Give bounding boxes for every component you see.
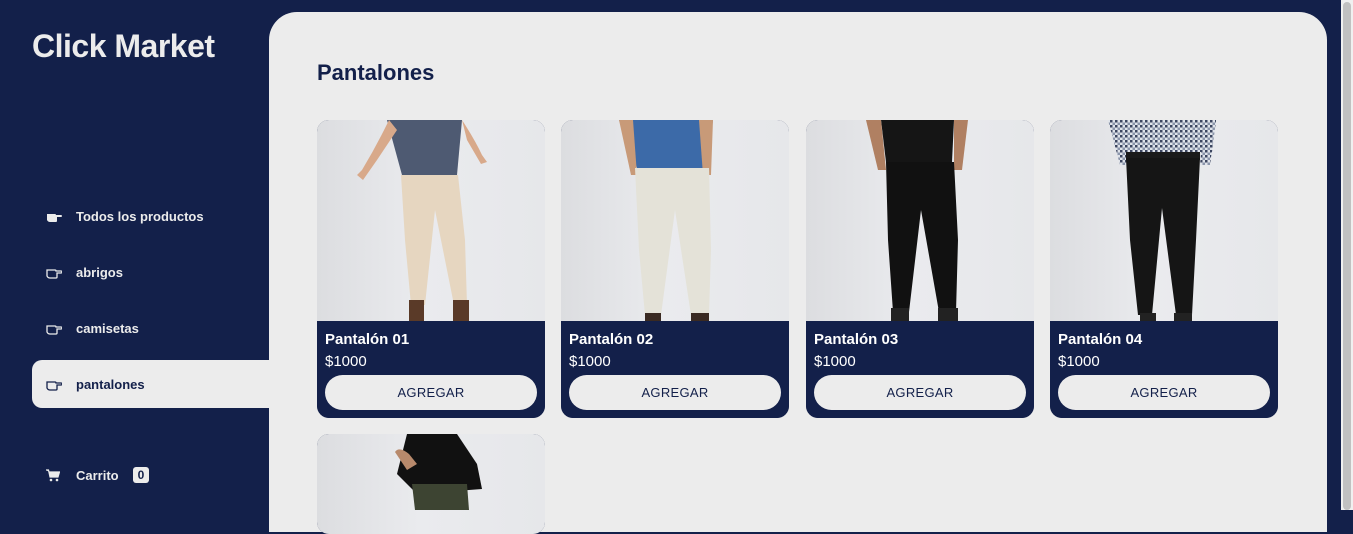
cart-button[interactable]: Carrito 0: [32, 451, 269, 499]
product-price: $1000: [325, 353, 367, 370]
product-name: Pantalón 04: [1058, 331, 1143, 348]
product-card: Pantalón 04 $1000 AGREGAR: [1050, 120, 1278, 418]
app-logo[interactable]: Click Market: [32, 28, 215, 65]
page-scrollbar[interactable]: [1341, 0, 1353, 510]
product-card: Pantalón 02 $1000 AGREGAR: [561, 120, 789, 418]
hand-pointing-outline-icon: [46, 265, 76, 279]
product-price: $1000: [1058, 353, 1100, 370]
product-card: Pantalón 03 $1000 AGREGAR: [806, 120, 1034, 418]
sidebar-item-camisetas[interactable]: camisetas: [32, 304, 269, 352]
sidebar-item-label: camisetas: [76, 320, 139, 336]
product-info: Pantalón 02 $1000 AGREGAR: [561, 321, 789, 418]
sidebar-item-abrigos[interactable]: abrigos: [32, 248, 269, 296]
product-image[interactable]: [806, 120, 1034, 321]
add-to-cart-button[interactable]: AGREGAR: [325, 375, 537, 410]
page-title: Pantalones: [317, 60, 435, 85]
hand-pointing-outline-icon: [46, 321, 76, 335]
product-image[interactable]: [317, 434, 545, 534]
cart-icon: [46, 468, 76, 482]
add-to-cart-button[interactable]: AGREGAR: [569, 375, 781, 410]
sidebar-item-label: pantalones: [76, 376, 145, 392]
product-image[interactable]: [317, 120, 545, 321]
cart-count-badge: 0: [132, 467, 150, 483]
product-image[interactable]: [561, 120, 789, 321]
hand-pointing-outline-icon: [46, 377, 76, 391]
product-info: Pantalón 01 $1000 AGREGAR: [317, 321, 545, 418]
add-to-cart-button[interactable]: AGREGAR: [814, 375, 1026, 410]
product-info: Pantalón 04 $1000 AGREGAR: [1050, 321, 1278, 418]
sidebar: Click Market Todos los productos abrigos…: [0, 0, 269, 510]
sidebar-item-pantalones[interactable]: pantalones: [32, 360, 269, 408]
add-to-cart-button[interactable]: AGREGAR: [1058, 375, 1270, 410]
sidebar-item-label: abrigos: [76, 264, 123, 280]
product-card: [317, 434, 545, 534]
product-info: Pantalón 03 $1000 AGREGAR: [806, 321, 1034, 418]
sidebar-item-todos-los-productos[interactable]: Todos los productos: [32, 192, 269, 240]
hand-pointing-filled-icon: [46, 209, 76, 223]
sidebar-item-label: Todos los productos: [76, 208, 204, 224]
product-name: Pantalón 02: [569, 331, 654, 348]
product-card: Pantalón 01 $1000 AGREGAR: [317, 120, 545, 418]
cart-label: Carrito: [76, 467, 119, 483]
main-content: Pantalones Pantalón 01 $1000 AGREGAR Pan…: [269, 12, 1327, 534]
product-price: $1000: [814, 353, 856, 370]
product-name: Pantalón 03: [814, 331, 899, 348]
scrollbar-thumb[interactable]: [1343, 2, 1351, 510]
product-image[interactable]: [1050, 120, 1278, 321]
product-price: $1000: [569, 353, 611, 370]
product-name: Pantalón 01: [325, 331, 410, 348]
